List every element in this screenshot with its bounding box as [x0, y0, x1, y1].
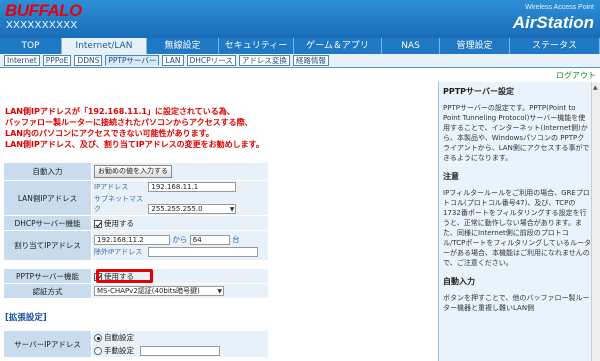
- auto-setting-text: 自動設定: [104, 333, 134, 342]
- sub-tab[interactable]: PPTPサーバー: [105, 55, 160, 66]
- dhcp-enable-checkbox[interactable]: [94, 219, 102, 228]
- help-intro: PPTPサーバーの設定です。PPTP(Point to Point Tunnel…: [443, 104, 590, 162]
- chevron-down-icon: ▼: [217, 288, 222, 295]
- auth-method-value: MS-CHAPv2認証(40bits暗号鍵): [97, 287, 200, 295]
- subnet-mask-select[interactable]: 255.255.255.0 ▼: [148, 204, 237, 214]
- assign-start-input[interactable]: 192.168.11.2: [94, 235, 170, 245]
- main-tab[interactable]: 管理設定: [440, 38, 510, 54]
- main-nav: TOP Internet/LAN 無線設定 セキュリティー ゲーム＆アプリ NAS 管理設定…: [0, 38, 600, 54]
- warning-line: バッファロー製ルーターに接続されたパソコンからアクセスする際、: [5, 118, 253, 127]
- highlight-annotation: [96, 269, 153, 283]
- main-tab[interactable]: TOP: [0, 38, 62, 54]
- ip-warning: LAN側IPアドレスが「192.168.11.1」に設定されている為、 バッファ…: [5, 106, 264, 150]
- logout-link[interactable]: ログアウト: [556, 70, 596, 81]
- auth-method-select[interactable]: MS-CHAPv2認証(40bits暗号鍵) ▼: [94, 286, 224, 296]
- sub-tab[interactable]: 経路情報: [292, 55, 329, 66]
- dhcp-enable-text: 使用する: [104, 218, 134, 228]
- sub-nav: Internet PPPoE DDNS PPTPサーバー LAN DHCPリース アドレス変…: [0, 54, 600, 68]
- server-ip-input[interactable]: [140, 346, 221, 356]
- help-panel: PPTPサーバー設定 PPTPサーバーの設定です。PPTP(Point to P…: [438, 82, 600, 361]
- assign-from-text: から: [172, 235, 188, 244]
- help-auto-title: 自動入力: [443, 277, 475, 286]
- main-tab[interactable]: セキュリティー: [219, 38, 294, 54]
- ip-address-label: IPアドレス: [94, 183, 129, 191]
- warning-line: LAN内のパソコンにアクセスできない可能性があります。: [5, 129, 214, 138]
- warning-line: LAN側IPアドレスが「192.168.11.1」に設定されている為、: [5, 107, 235, 116]
- sub-tab[interactable]: Internet: [4, 55, 40, 66]
- subnet-mask-label: サブネットマスク: [94, 195, 143, 213]
- warning-line: LAN側IPアドレス、及び、割り当てIPアドレスの変更をお勧めします。: [5, 140, 264, 149]
- exclude-ip-input[interactable]: [148, 247, 259, 257]
- sub-tab[interactable]: DDNS: [74, 55, 103, 66]
- settings-content: LAN側IPアドレスが「192.168.11.1」に設定されている為、 バッファ…: [0, 82, 438, 361]
- assign-unit-text: 台: [232, 235, 240, 244]
- brand-logo: BUFFALO: [5, 1, 82, 20]
- exclude-ip-label: 除外IPアドレス: [94, 248, 143, 256]
- sub-tab[interactable]: PPPoE: [42, 55, 72, 66]
- main-tab[interactable]: 無線設定: [147, 38, 219, 54]
- help-auto-text: ボタンを押すことで、他のバッファロー製ルーター機器と重複し難いLAN側: [443, 294, 590, 312]
- advanced-form: サーバーIPアドレス 自動設定 手動設定: [3, 330, 269, 358]
- recommend-values-button[interactable]: お勧めの値を入力する: [94, 165, 172, 178]
- ip-address-input[interactable]: 192.168.11.1: [148, 182, 237, 192]
- sub-tab[interactable]: DHCPリース: [186, 55, 236, 66]
- lan-ip-label: LAN側IPアドレス: [3, 180, 92, 216]
- server-ip-label: サーバーIPアドレス: [3, 330, 92, 358]
- assign-count-input[interactable]: 64: [189, 235, 230, 245]
- subnet-mask-value: 255.255.255.0: [151, 205, 203, 213]
- pptp-server-label: PPTPサーバー機能: [3, 268, 92, 284]
- auth-method-label: 認証方式: [3, 283, 92, 299]
- advanced-settings-title: [拡張設定]: [5, 313, 47, 323]
- dhcp-server-label: DHCPサーバー機能: [3, 215, 92, 231]
- help-note-title: 注意: [443, 172, 459, 181]
- main-tab[interactable]: ステータス: [510, 38, 600, 54]
- main-tab[interactable]: NAS: [382, 38, 440, 54]
- help-scrollbar[interactable]: ▲: [591, 82, 600, 361]
- chevron-down-icon: ▼: [229, 206, 235, 213]
- help-note: IPフィルタールールをご利用の場合、GREプロトコル(プロトコル番号47)、及び…: [443, 189, 591, 267]
- main-tab[interactable]: Internet/LAN: [62, 38, 147, 54]
- product-name: AirStation: [512, 13, 594, 32]
- manual-setting-radio[interactable]: [94, 347, 102, 355]
- sub-tab[interactable]: アドレス変換: [238, 55, 290, 66]
- manual-setting-text: 手動設定: [104, 346, 134, 355]
- auto-setting-radio[interactable]: [94, 334, 102, 342]
- auto-input-label: 自動入力: [3, 162, 92, 181]
- main-tab[interactable]: ゲーム＆アプリ: [294, 38, 382, 54]
- help-title: PPTPサーバー設定: [443, 87, 514, 96]
- product-subtitle: Wireless Access Point: [525, 4, 594, 11]
- model-name: XXXXXXXXXX: [6, 20, 78, 31]
- assign-ip-label: 割り当てIPアドレス: [3, 230, 92, 261]
- scroll-up-icon[interactable]: ▲: [593, 84, 598, 91]
- header: BUFFALO XXXXXXXXXX Wireless Access Point…: [0, 0, 600, 38]
- router-settings-page: BUFFALO XXXXXXXXXX Wireless Access Point…: [0, 0, 600, 361]
- sub-tab[interactable]: LAN: [162, 55, 184, 66]
